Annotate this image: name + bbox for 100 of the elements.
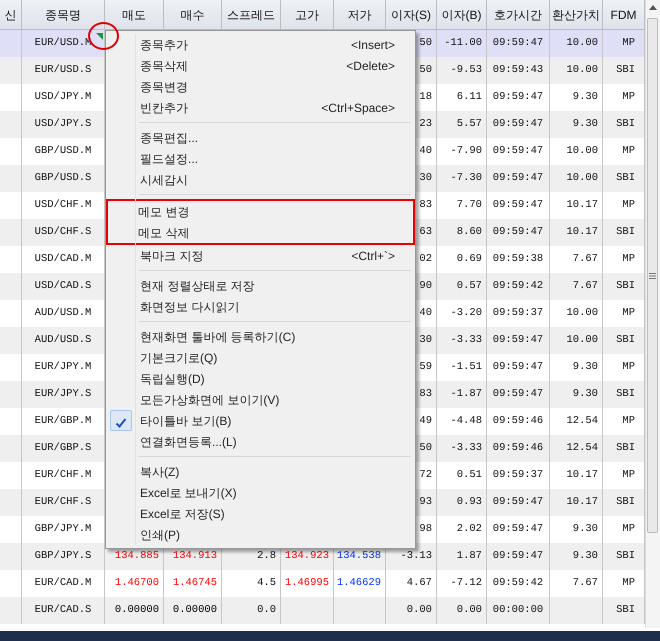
- table-cell-text: SBI: [616, 548, 635, 564]
- table-cell-text: AUD/USD.S: [34, 332, 92, 348]
- table-cell-text: MP: [622, 306, 635, 321]
- table-cell-text: 00:00:00: [492, 602, 544, 618]
- table-cell-text: 50: [419, 440, 432, 456]
- table-cell-text: GBP/USD.M: [34, 144, 92, 159]
- table-cell-text: AUD/USD.M: [34, 306, 92, 321]
- table-cell-text: 40: [419, 306, 432, 321]
- table-cell-text: 09:59:38: [492, 252, 544, 267]
- table-cell-text: 0.00: [456, 602, 482, 618]
- table-cell-text: EUR/GBP.S: [34, 440, 92, 456]
- table-cell-text: 49: [419, 414, 432, 429]
- table-cell-text: MP: [622, 198, 635, 213]
- table-cell-text: USD/CHF.M: [34, 198, 92, 213]
- table-cell-text: 83: [419, 386, 432, 402]
- table-cell-text: SBI: [616, 602, 635, 618]
- table-cell-text: 2.02: [456, 522, 482, 537]
- table-cell-text: MP: [622, 576, 635, 591]
- table-cell-text: 10.00: [566, 332, 598, 348]
- table-cell-text: 7.67: [572, 576, 598, 591]
- table-cell-text: 30: [419, 170, 432, 186]
- table-cell-text: 0.51: [456, 468, 482, 483]
- table-cell-text: MP: [622, 144, 635, 159]
- table-cell-text: 63: [419, 224, 432, 240]
- table-cell-text: 1.46700: [114, 576, 159, 591]
- table-cell-text: EUR/JPY.M: [34, 360, 92, 375]
- table-cell-text: EUR/CHF.S: [34, 494, 92, 510]
- table-cell-text: SBI: [616, 494, 635, 510]
- table-cell-text: 8.60: [456, 224, 482, 240]
- table-cell-text: USD/CAD.M: [34, 252, 92, 267]
- table-cell-text: 09:59:47: [492, 224, 544, 240]
- table-cell-text: MP: [622, 36, 635, 51]
- table-cell-text: SBI: [616, 224, 635, 240]
- table-cell-text: 09:59:47: [492, 116, 544, 132]
- table-cell-text: 09:59:47: [492, 36, 544, 51]
- table-cell-text: EUR/USD.M: [34, 36, 92, 51]
- table-cell-text: 09:59:47: [492, 522, 544, 537]
- table-cell-text: MP: [622, 252, 635, 267]
- table-cell-text: 40: [419, 144, 432, 159]
- table-cell-text: SBI: [616, 332, 635, 348]
- table-cell-text: 134.538: [336, 548, 381, 564]
- table-cell-text: 09:59:47: [492, 386, 544, 402]
- table-cell-text: 83: [419, 198, 432, 213]
- table-cell-text: 4.5: [257, 576, 276, 591]
- table-cell-text: 98: [419, 522, 432, 537]
- table-cell-text: 59: [419, 360, 432, 375]
- table-cell-text: -3.20: [450, 306, 482, 321]
- table-cell-text: 2.8: [257, 548, 276, 564]
- table-cell-text: 0.00000: [172, 602, 217, 618]
- table-cell-text: 7.67: [572, 252, 598, 267]
- table-cell-text: MP: [622, 90, 635, 105]
- table-cell-text: EUR/CHF.M: [34, 468, 92, 483]
- table-cell-text: 50: [419, 62, 432, 78]
- table-cell-text: 93: [419, 494, 432, 510]
- table-cell-text: -11.00: [444, 36, 482, 51]
- table-cell-text: MP: [622, 522, 635, 537]
- table-cell-text: EUR/USD.S: [34, 62, 92, 78]
- table-cell-text: 1.87: [456, 548, 482, 564]
- table-cell-text: 09:59:47: [492, 494, 544, 510]
- table-cell-text: -1.87: [450, 386, 482, 402]
- table-cell-text: GBP/JPY.M: [34, 522, 92, 537]
- table-cell-text: USD/CAD.S: [34, 278, 92, 294]
- table-cell-text: 134.923: [284, 548, 329, 564]
- table-cell-text: MP: [622, 468, 635, 483]
- table-cell-text: 09:59:47: [492, 144, 544, 159]
- table-cell-text: -1.51: [450, 360, 482, 375]
- table-cell-text: USD/CHF.S: [34, 224, 92, 240]
- table-cell-text: SBI: [616, 440, 635, 456]
- table-cell-text: EUR/CAD.M: [34, 576, 92, 591]
- table-cell-text: MP: [622, 360, 635, 375]
- table-cell-text: USD/JPY.S: [34, 116, 92, 132]
- table-cell-text: 5.57: [456, 116, 482, 132]
- table-cell-text: 12.54: [566, 440, 598, 456]
- table-cell-text: EUR/JPY.S: [34, 386, 92, 402]
- table-cell-text: SBI: [616, 170, 635, 186]
- table-cell-text: 0.00: [406, 602, 432, 618]
- table-cell-text: 1.46629: [336, 576, 381, 591]
- table-cell-text: 1.46745: [172, 576, 217, 591]
- table-cell-text: 10.00: [566, 62, 598, 78]
- table-cell-text: -4.48: [450, 414, 482, 429]
- table-cell-text: -7.90: [450, 144, 482, 159]
- table-cell-text: SBI: [616, 278, 635, 294]
- table-cell-text: 0.57: [456, 278, 482, 294]
- table-cell-text: 10.00: [566, 36, 598, 51]
- table-cell-text: 134.913: [172, 548, 217, 564]
- table-cell-text: 9.30: [572, 360, 598, 375]
- table-cell-text: 23: [419, 116, 432, 132]
- table-cell-text: -3.13: [400, 548, 432, 564]
- table-cell-text: GBP/JPY.S: [34, 548, 92, 564]
- table-cell-text: 09:59:47: [492, 332, 544, 348]
- table-cell-text: 10.00: [566, 306, 598, 321]
- table-cell-text: GBP/USD.S: [34, 170, 92, 186]
- table-cell-text: 12.54: [566, 414, 598, 429]
- table-cell-text: 9.30: [572, 522, 598, 537]
- table-cell-text: 134.885: [114, 548, 159, 564]
- table-cell-text: EUR/CAD.S: [34, 602, 92, 618]
- table-cell-text: 18: [419, 90, 432, 105]
- table-cell-text: 0.93: [456, 494, 482, 510]
- table-cell-text: 72: [419, 468, 432, 483]
- table-cell-text: 09:59:37: [492, 468, 544, 483]
